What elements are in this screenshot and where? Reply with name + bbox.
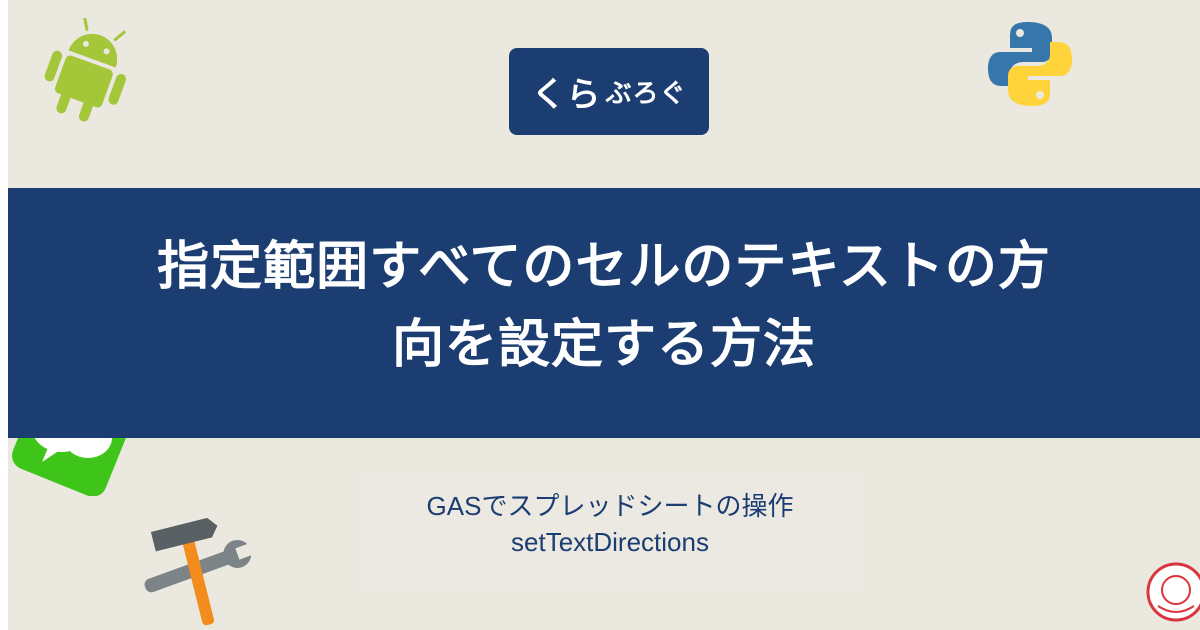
python-icon: [988, 22, 1072, 106]
title-line-1: 指定範囲すべてのセルのテキストの方: [157, 237, 1051, 297]
logo-text-secondary: ぶろぐ: [605, 79, 687, 109]
android-icon: [44, 18, 127, 122]
subtitle-box: GASでスプレッドシートの操作 setTextDirections: [360, 478, 860, 586]
left-edge-strip: [0, 0, 8, 630]
subtitle-line-1: GASでスプレッドシートの操作: [426, 491, 794, 521]
avatar-icon: [1146, 562, 1200, 622]
tools-icon: [144, 517, 254, 626]
title-line-2: 向を設定する方法: [391, 315, 816, 375]
subtitle-line-2: setTextDirections: [511, 527, 709, 557]
logo-text-primary: くら: [531, 75, 602, 115]
page-title: 指定範囲すべてのセルのテキストの方 向を設定する方法: [8, 228, 1200, 384]
site-logo[interactable]: くら ぶろぐ: [509, 48, 709, 135]
